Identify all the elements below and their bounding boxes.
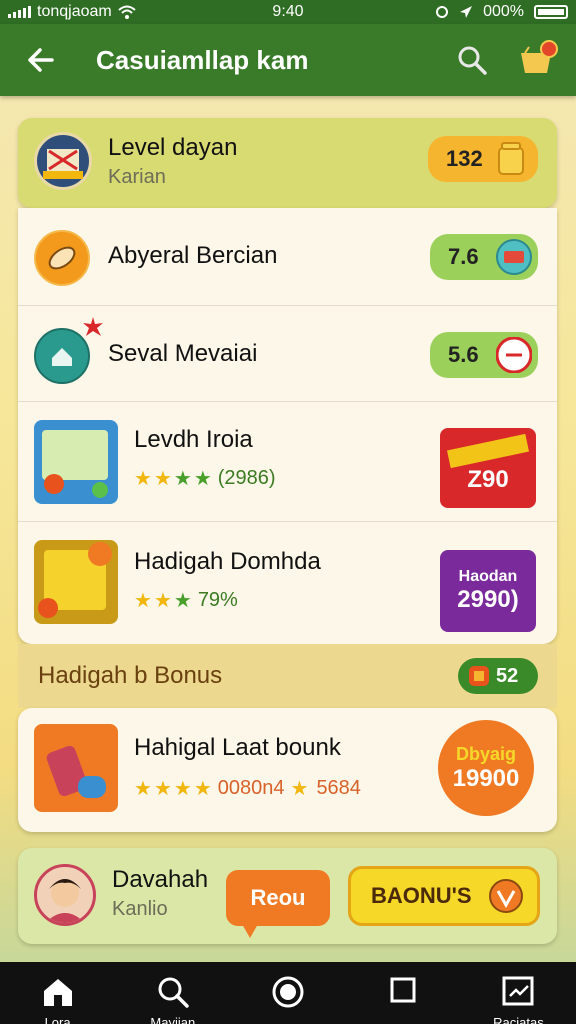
points-pill[interactable]: 132	[428, 136, 538, 182]
back-arrow-icon	[28, 48, 54, 72]
cart-button[interactable]	[514, 38, 558, 82]
item-title: Seval Mevaiai	[108, 340, 258, 367]
score-pill[interactable]: 7.6	[430, 234, 538, 280]
game-thumbnail-icon	[34, 540, 118, 624]
carrier-label: tonqjaoam	[37, 3, 112, 20]
bonus-badge[interactable]: 52	[458, 658, 538, 694]
chart-window-icon	[502, 976, 534, 1006]
rating-count: (2986)	[217, 467, 276, 489]
battery-percent: 000%	[483, 3, 524, 20]
user-name: Davahah	[112, 866, 209, 893]
score-value: 7.6	[448, 244, 479, 269]
bonus-button[interactable]: BAONU'S	[348, 866, 540, 926]
nav-search[interactable]: Mayiian	[115, 962, 230, 1024]
rating-extra: 5684	[316, 777, 361, 799]
bonus-item-card[interactable]: Hahigal Laat bounk ★ ★ ★ ★ 0080n4 ★ 5684 Db…	[18, 708, 557, 832]
bottle-thumbnail-icon	[34, 724, 118, 812]
rating-text: 0080n4	[217, 777, 285, 799]
home-icon	[43, 979, 72, 1006]
section-title: Hadigah b Bonus	[38, 662, 223, 689]
promo-badge[interactable]: Haodan 2990)	[440, 550, 536, 632]
promo-top: Haodan	[458, 568, 518, 585]
level-title: Level dayan	[108, 134, 238, 161]
item-title: Hadigah Domhda	[134, 548, 321, 575]
bonus-badge-value: 52	[496, 664, 519, 687]
nav-home-label: Lora	[44, 1015, 71, 1024]
list-item[interactable]: Abyeral Bercian 7.6	[18, 208, 557, 306]
back-button[interactable]	[18, 38, 62, 82]
status-bar: tonqjaoam 9:40 000%	[0, 0, 576, 24]
rating-stars: ★ ★ ★ ★ (2986)	[134, 467, 276, 490]
nav-search-label: Mayiian	[150, 1015, 196, 1024]
signal-icon	[8, 6, 31, 18]
list-item[interactable]: Levdh Iroia ★ ★ ★ ★ (2986) Z90	[18, 402, 557, 522]
user-card[interactable]: Davahah Kanlio Reou BAONU'S	[18, 848, 557, 944]
promo-label: Z90	[467, 466, 509, 493]
coin-jar-icon	[498, 142, 524, 175]
nav-square[interactable]	[346, 962, 461, 1024]
promo-badge[interactable]: Z90	[440, 428, 536, 508]
feather-icon	[34, 230, 90, 286]
ticket-icon	[469, 666, 489, 686]
alarm-icon	[436, 6, 449, 18]
user-subtitle: Kanlio	[112, 898, 168, 920]
tooltip-label: Reou	[250, 885, 306, 910]
rating-stars: ★ ★ ★ ★ 0080n4 ★ 5684	[134, 777, 361, 800]
splat-icon	[83, 317, 103, 336]
promo-value: 2990)	[457, 586, 519, 613]
avatar	[34, 864, 96, 926]
page-title: Casuiamllap kam	[96, 44, 309, 75]
dial-icon	[496, 337, 532, 373]
game-list: Abyeral Bercian 7.6 Seval Mevaiai 5.6 Le…	[18, 208, 557, 644]
bottom-nav: Lora Mayiian Raciatas	[0, 962, 576, 1024]
list-item[interactable]: Seval Mevaiai 5.6	[18, 306, 557, 402]
list-item[interactable]: Hadigah Domhda ★ ★ ★ 79% Haodan 2990)	[18, 522, 557, 644]
offer-badge[interactable]: Dbyaig 19900	[438, 720, 534, 816]
bonus-button-label: BAONU'S	[371, 883, 472, 908]
nav-circle[interactable]	[230, 962, 345, 1024]
console-icon	[496, 239, 532, 275]
item-title: Abyeral Bercian	[108, 242, 278, 269]
level-subtitle: Karian	[108, 166, 166, 188]
search-icon	[158, 977, 189, 1008]
nav-home[interactable]: Lora	[0, 962, 115, 1024]
bonus-item-title: Hahigal Laat bounk	[134, 734, 341, 761]
item-title: Levdh Iroia	[134, 426, 253, 453]
clock: 9:40	[272, 3, 304, 20]
offer-value: 19900	[452, 764, 520, 792]
app-bar: Casuiamllap kam	[0, 24, 576, 96]
wifi-icon	[118, 5, 136, 19]
points-value: 132	[446, 146, 483, 171]
tooltip-button[interactable]: Reou	[226, 870, 330, 938]
tooltip-pointer	[242, 924, 258, 938]
level-emblem-icon	[34, 132, 92, 190]
search-button[interactable]	[450, 38, 494, 82]
location-icon	[460, 6, 473, 18]
offer-top: Dbyaig	[455, 743, 516, 764]
nav-stats-label: Raciatas	[493, 1015, 544, 1024]
score-pill[interactable]: 5.6	[430, 332, 538, 378]
nav-stats[interactable]: Raciatas	[461, 962, 576, 1024]
bonus-section-header: Hadigah b Bonus 52	[18, 644, 557, 708]
rating-stars: ★ ★ ★ 79%	[134, 589, 238, 612]
score-value: 5.6	[448, 342, 479, 367]
shield-icon	[489, 879, 523, 913]
search-icon	[458, 46, 487, 75]
game-thumbnail-icon	[34, 420, 118, 504]
square-icon	[390, 977, 416, 1003]
cart-badge	[540, 40, 558, 58]
rating-percent: 79%	[197, 589, 238, 611]
battery-icon	[534, 5, 568, 19]
circle-icon	[272, 976, 304, 1008]
level-header-card[interactable]: Level dayan Karian 132	[18, 118, 557, 208]
